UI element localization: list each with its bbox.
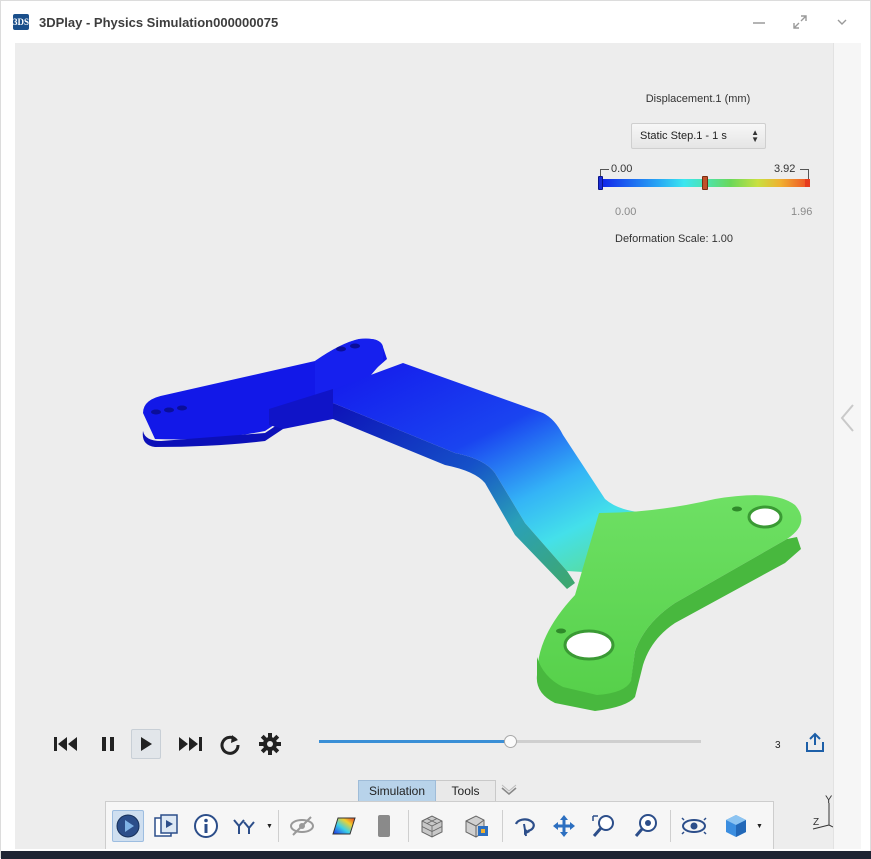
cube-transform-icon[interactable]: [460, 810, 492, 842]
legend-bracket-right: [800, 169, 809, 179]
action-toolbar: ▼ ▼: [105, 801, 774, 849]
gear-icon[interactable]: [255, 729, 285, 759]
tab-simulation[interactable]: Simulation: [358, 780, 437, 802]
timeline-thumb[interactable]: [504, 735, 517, 748]
playback-controls: 3: [51, 726, 824, 766]
section-tabs: Simulation Tools: [358, 780, 497, 802]
minimize-icon[interactable]: [748, 11, 770, 33]
axis-z-label: Z: [813, 817, 819, 828]
legend-title: Displacement.1 (mm): [645, 93, 751, 105]
toolbar-separator: [670, 810, 671, 842]
legend-min-handle[interactable]: [598, 176, 603, 190]
replay-icon[interactable]: [215, 729, 245, 759]
sensor-icon[interactable]: [228, 810, 260, 842]
window-title: 3DPlay - Physics Simulation000000075: [39, 15, 279, 30]
mesh-cube-icon[interactable]: [416, 810, 448, 842]
legend-max-handle[interactable]: [805, 179, 810, 187]
3d-viewport[interactable]: Displacement.1 (mm) Static Step.1 - 1 s …: [15, 43, 833, 849]
step-select-value: Static Step.1 - 1 s: [640, 130, 727, 142]
timeline-progress: [319, 740, 510, 743]
play-icon[interactable]: [131, 729, 161, 759]
view-eye-icon[interactable]: [678, 810, 710, 842]
legend-range-min: 0.00: [615, 206, 637, 218]
view-cube-icon[interactable]: [720, 810, 752, 842]
export-icon[interactable]: [803, 732, 827, 754]
info-icon[interactable]: [190, 810, 222, 842]
grey-shape-icon[interactable]: [368, 810, 400, 842]
legend-marker-handle[interactable]: [702, 176, 708, 190]
skip-to-start-icon[interactable]: [51, 729, 81, 759]
right-side-panel: [833, 43, 861, 849]
pan-icon[interactable]: [548, 810, 580, 842]
rotate-icon[interactable]: [508, 810, 540, 842]
maximize-icon[interactable]: [789, 11, 811, 33]
tab-tools[interactable]: Tools: [436, 780, 497, 802]
zoom-icon[interactable]: [630, 810, 662, 842]
legend-min-value: 0.00: [611, 163, 633, 175]
axis-triad: Y Z X: [812, 794, 833, 830]
select-arrows-icon: ▲ ▼: [751, 128, 759, 144]
toolbar-separator: [278, 810, 279, 842]
hide-icon[interactable]: [286, 810, 318, 842]
deformation-scale-label: Deformation Scale: 1.00: [615, 233, 734, 245]
step-select[interactable]: Static Step.1 - 1 s ▲ ▼: [631, 123, 766, 149]
toolbar-separator: [408, 810, 409, 842]
title-bar: 3DS 3DPlay - Physics Simulation000000075: [1, 1, 870, 43]
simulation-run-icon[interactable]: [112, 810, 144, 842]
ds-logo-icon: 3DS: [13, 14, 29, 30]
displacement-legend: Displacement.1 (mm) Static Step.1 - 1 s …: [593, 91, 813, 251]
animation-icon[interactable]: [150, 810, 182, 842]
chevron-down-icon[interactable]: [499, 782, 519, 800]
chevron-down-icon[interactable]: [831, 11, 853, 33]
app-window: 3DS 3DPlay - Physics Simulation000000075: [0, 0, 871, 859]
toolbar-separator: [502, 810, 503, 842]
zoom-area-icon[interactable]: [588, 810, 620, 842]
pause-icon[interactable]: [93, 729, 123, 759]
dropdown-caret-icon[interactable]: ▼: [266, 823, 273, 830]
legend-max-value: 3.92: [774, 163, 796, 175]
axis-y-label: Y: [825, 794, 833, 806]
timeline-slider[interactable]: [319, 735, 701, 748]
skip-to-end-icon[interactable]: [175, 729, 205, 759]
chevron-left-icon[interactable]: [836, 403, 860, 433]
contour-icon[interactable]: [328, 810, 360, 842]
frame-count: 3: [775, 740, 781, 751]
dropdown-caret-icon[interactable]: ▼: [756, 823, 763, 830]
legend-range-max: 1.96: [791, 206, 813, 218]
